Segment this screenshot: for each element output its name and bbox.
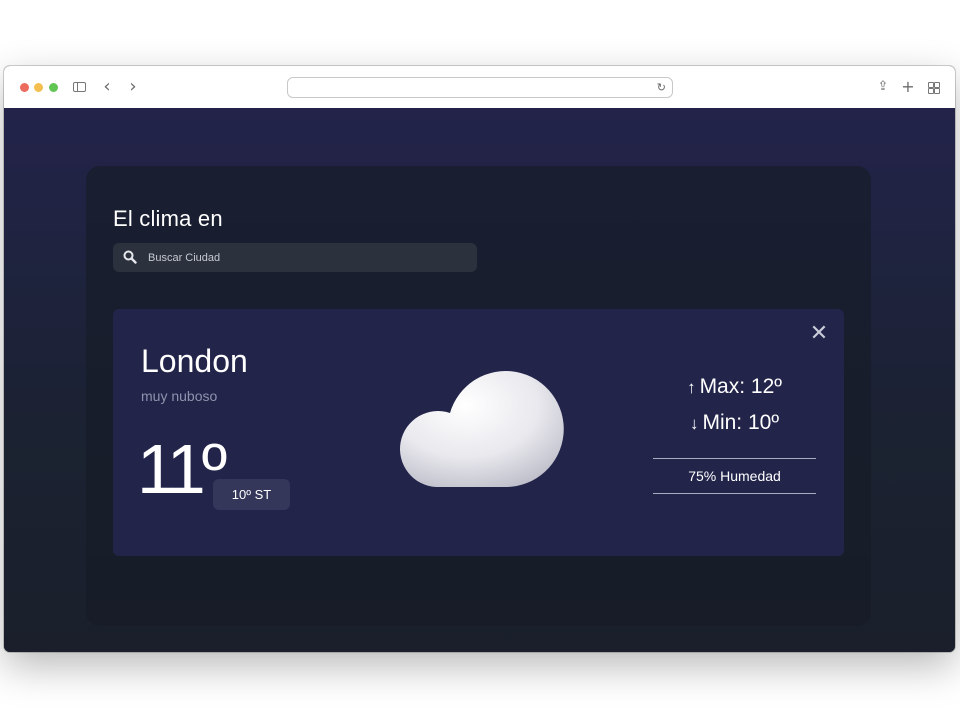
share-icon[interactable]: ⇪: [876, 77, 890, 97]
current-temperature: 11º: [137, 430, 227, 508]
weather-description: muy nuboso: [141, 388, 218, 404]
min-temperature-label: Min: 10º: [702, 411, 780, 434]
max-temperature: ↑ Max: 12º: [653, 375, 816, 399]
arrow-up-icon: ↑: [687, 378, 696, 397]
address-bar[interactable]: ↻: [287, 77, 673, 98]
search-icon: [123, 250, 137, 264]
reload-icon[interactable]: ↻: [657, 79, 666, 97]
minimize-window-button[interactable]: [34, 83, 43, 92]
close-window-button[interactable]: [20, 83, 29, 92]
search-input[interactable]: [148, 243, 468, 272]
tabs-overview-icon[interactable]: [927, 77, 941, 97]
city-name: London: [141, 343, 248, 379]
min-temperature: ↓ Min: 10º: [653, 411, 816, 435]
feels-like-badge: 10º ST: [213, 479, 290, 510]
browser-toolbar: ‹ › ↻ ⇪ +: [4, 66, 955, 109]
max-temperature-label: Max: 12º: [699, 375, 782, 398]
page-content: El clima en ✕ London muy nuboso 11º 10º …: [4, 108, 955, 652]
plus-icon[interactable]: +: [901, 77, 915, 97]
sidebar-icon[interactable]: [72, 77, 88, 97]
arrow-down-icon: ↓: [689, 414, 699, 433]
back-icon[interactable]: ‹: [100, 77, 114, 97]
page-heading: El clima en: [113, 206, 223, 231]
browser-window: ‹ › ↻ ⇪ + El clima en ✕ London muy: [4, 66, 955, 652]
weather-card: ✕ London muy nuboso 11º 10º ST ↑ Max: 12º: [113, 309, 844, 556]
cloud-icon: [399, 371, 564, 487]
search-box[interactable]: [113, 243, 477, 272]
zoom-window-button[interactable]: [49, 83, 58, 92]
close-icon[interactable]: ✕: [808, 323, 830, 345]
forward-icon[interactable]: ›: [126, 77, 140, 97]
humidity: 75% Humedad: [653, 458, 816, 494]
